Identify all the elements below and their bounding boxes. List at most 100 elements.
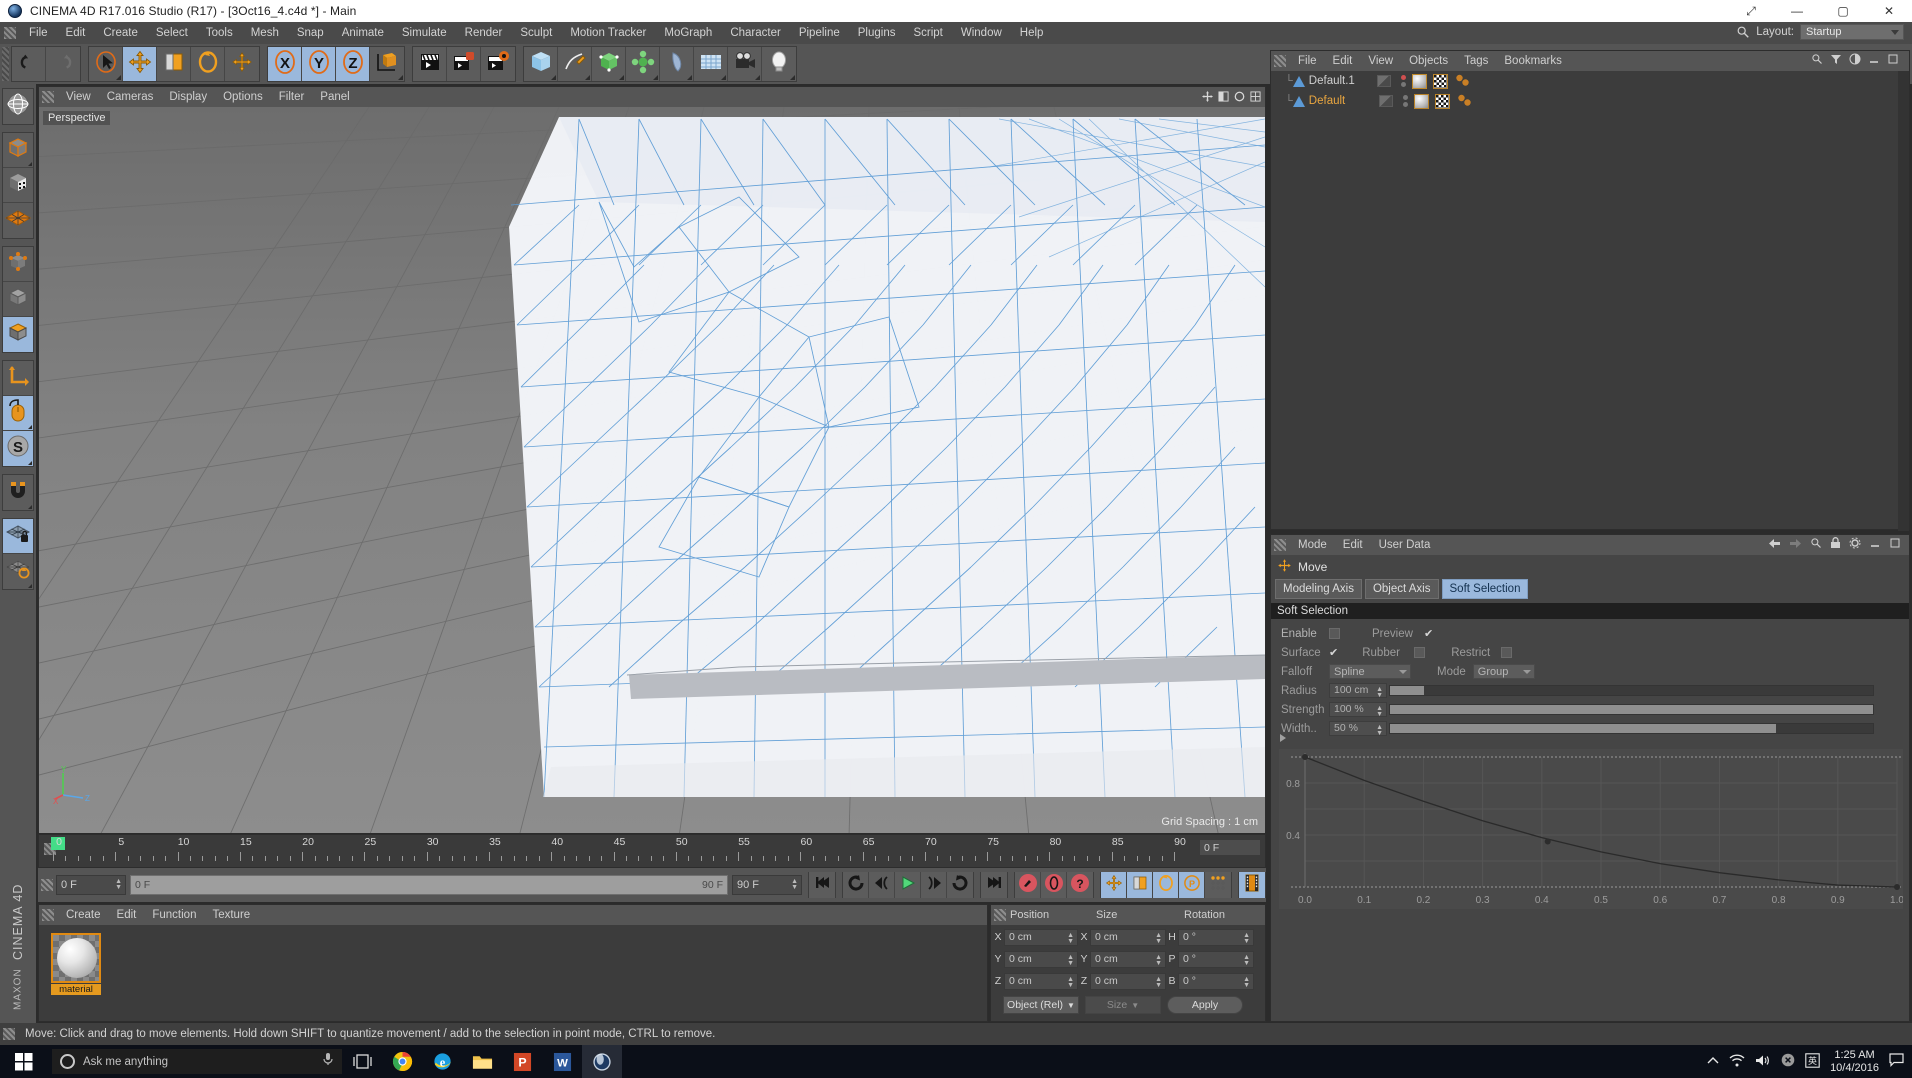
restore-down-button[interactable]: ⤢ — [1728, 0, 1774, 22]
viewport-menu-view[interactable]: View — [58, 87, 99, 107]
play-reverse-button[interactable] — [843, 872, 869, 898]
material-menu-function[interactable]: Function — [144, 905, 204, 925]
points-mode-button[interactable] — [3, 247, 33, 282]
editor-visibility-dot[interactable] — [1400, 75, 1406, 80]
menu-item-mograph[interactable]: MoGraph — [655, 22, 721, 44]
enable-axis-modification-button[interactable] — [3, 361, 33, 396]
move-tool-button[interactable] — [123, 47, 157, 81]
color-icon[interactable] — [1849, 52, 1861, 70]
spinner-icon[interactable]: ▲ ▼ — [1243, 976, 1250, 989]
ime-icon[interactable]: 英 — [1805, 1052, 1820, 1071]
graph-expand-arrow-icon[interactable] — [1277, 731, 1291, 747]
timeline-ruler-panel[interactable]: 0 F 0 5 10 15 20 25 30 35 40 45 50 55 60 65 70 75 80 85 90 — [38, 834, 1266, 868]
lock-workplane-button[interactable] — [3, 519, 33, 554]
menu-item-help[interactable]: Help — [1011, 22, 1053, 44]
y-axis-button[interactable]: Y — [302, 47, 336, 81]
object-menu-view[interactable]: View — [1360, 51, 1401, 71]
menu-item-mesh[interactable]: Mesh — [242, 22, 288, 44]
coordinates-grip-icon[interactable] — [994, 909, 1006, 921]
viewport-menu-panel[interactable]: Panel — [312, 87, 357, 107]
position-y-input[interactable]: 0 cm ▲ ▼ — [1004, 950, 1078, 968]
editor-visibility-dot[interactable] — [1403, 95, 1409, 100]
transport-grip-icon[interactable] — [41, 879, 53, 891]
tab-soft-selection[interactable]: Soft Selection — [1441, 579, 1529, 599]
search-icon[interactable] — [1736, 25, 1750, 39]
minimize-panel-icon[interactable] — [1869, 536, 1881, 554]
spinner-icon[interactable]: ▲ ▼ — [1376, 724, 1383, 737]
menu-item-snap[interactable]: Snap — [288, 22, 333, 44]
material-tag-icon[interactable] — [1411, 73, 1427, 89]
material-tag-icon[interactable] — [1414, 93, 1430, 109]
menu-grip-icon[interactable] — [4, 27, 16, 39]
coordinate-mode-dropdown[interactable]: Object (Rel) ▼ — [1003, 996, 1079, 1014]
error-icon[interactable] — [1781, 1053, 1795, 1070]
render-to-picture-viewer-button[interactable] — [447, 47, 481, 81]
texture-mode-button[interactable] — [3, 168, 33, 203]
rotation-h-input[interactable]: 0 ° ▲ ▼ — [1178, 928, 1254, 946]
autokeying-button[interactable] — [1041, 872, 1067, 898]
object-row-default-1[interactable]: └ Default.1 — [1271, 71, 1909, 91]
keyframe-selection-button[interactable]: ? — [1067, 872, 1093, 898]
microphone-icon[interactable] — [322, 1052, 334, 1071]
render-view-button[interactable] — [413, 47, 447, 81]
rotate-tool-button[interactable] — [191, 47, 225, 81]
attribute-grip-icon[interactable] — [1274, 539, 1286, 551]
show-hidden-icons-chevron[interactable] — [1707, 1056, 1719, 1068]
floor-environment-button[interactable] — [694, 47, 728, 81]
object-menu-edit[interactable]: Edit — [1325, 51, 1361, 71]
size-z-input[interactable]: 0 cm ▲ ▼ — [1090, 972, 1166, 990]
maximize-view-icon[interactable] — [1250, 89, 1261, 102]
move-alt-button[interactable] — [225, 47, 259, 81]
size-y-input[interactable]: 0 cm ▲ ▼ — [1090, 950, 1166, 968]
menu-item-sculpt[interactable]: Sculpt — [511, 22, 561, 44]
material-swatch[interactable]: material — [51, 933, 101, 995]
bend-deformer-button[interactable] — [660, 47, 694, 81]
spinner-icon[interactable]: ▲ ▼ — [1067, 976, 1074, 989]
word-icon[interactable]: W — [542, 1045, 582, 1078]
go-to-start-button[interactable] — [809, 872, 835, 898]
record-active-objects-button[interactable] — [1015, 872, 1041, 898]
menu-item-script[interactable]: Script — [904, 22, 951, 44]
radius-input[interactable]: 100 cm ▲ ▼ — [1329, 683, 1387, 699]
spinner-icon[interactable]: ▲ ▼ — [1155, 932, 1162, 945]
timeline-button[interactable] — [1239, 872, 1265, 898]
x-axis-button[interactable]: X — [268, 47, 302, 81]
maximize-button[interactable]: ▢ — [1820, 0, 1866, 22]
z-axis-button[interactable]: Z — [336, 47, 370, 81]
spinner-icon[interactable]: ▲ ▼ — [791, 878, 798, 891]
enable-checkbox[interactable] — [1329, 628, 1340, 639]
volume-icon[interactable] — [1755, 1054, 1771, 1070]
powerpoint-icon[interactable]: P — [502, 1045, 542, 1078]
object-menu-objects[interactable]: Objects — [1401, 51, 1456, 71]
cinema4d-icon[interactable] — [582, 1045, 622, 1078]
phong-tag-icon[interactable] — [1455, 74, 1471, 88]
object-menu-bookmarks[interactable]: Bookmarks — [1496, 51, 1570, 71]
menu-item-pipeline[interactable]: Pipeline — [790, 22, 849, 44]
menu-item-character[interactable]: Character — [721, 22, 790, 44]
viewport-grip-icon[interactable] — [42, 91, 54, 103]
menu-item-window[interactable]: Window — [952, 22, 1011, 44]
menu-item-edit[interactable]: Edit — [57, 22, 95, 44]
material-menu-edit[interactable]: Edit — [109, 905, 145, 925]
spinner-icon[interactable]: ▲ ▼ — [1155, 976, 1162, 989]
position-x-input[interactable]: 0 cm ▲ ▼ — [1004, 928, 1078, 946]
lock-icon[interactable] — [1830, 536, 1841, 554]
strength-slider[interactable] — [1389, 704, 1874, 715]
surface-checkbox[interactable]: ✔ — [1329, 646, 1338, 659]
settings-gear-icon[interactable] — [1849, 536, 1861, 554]
spinner-icon[interactable]: ▲ ▼ — [1376, 686, 1383, 699]
move-view-icon[interactable] — [1202, 89, 1213, 102]
rotation-key-button[interactable] — [1153, 872, 1179, 898]
rotation-p-input[interactable]: 0 ° ▲ ▼ — [1178, 950, 1254, 968]
camera-button[interactable] — [728, 47, 762, 81]
workplane-grid-button[interactable] — [3, 203, 33, 238]
viewport-3d[interactable]: Perspective Y Z X Grid Spacing: 1 cm — [39, 107, 1265, 833]
object-grip-icon[interactable] — [1274, 55, 1286, 67]
light-button[interactable] — [762, 47, 796, 81]
play-forward-loop-button[interactable] — [947, 872, 973, 898]
scale-key-button[interactable] — [1127, 872, 1153, 898]
viewport-menu-display[interactable]: Display — [161, 87, 215, 107]
minimize-button[interactable]: — — [1774, 0, 1820, 22]
attribute-menu-edit[interactable]: Edit — [1335, 535, 1371, 555]
size-mode-dropdown[interactable]: Size ▼ — [1085, 996, 1161, 1014]
